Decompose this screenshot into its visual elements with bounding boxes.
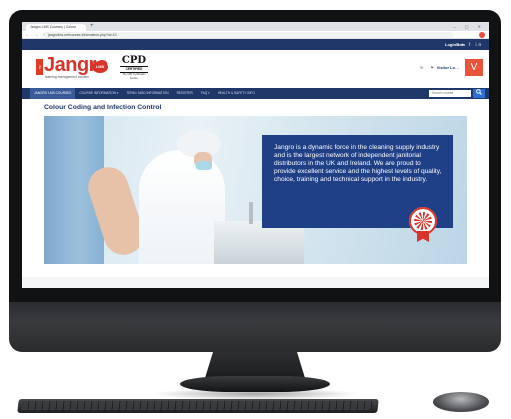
desktop-scene: Jangro LMS Courses | Colour + – ▢ ✕ ← → …	[0, 0, 511, 419]
logo-lms-badge: LMS	[92, 61, 108, 73]
menu-item-health-safety[interactable]: HEALTH & SAFETY INFO	[214, 88, 259, 99]
badge-rosette	[414, 212, 432, 230]
cpd-title: CPD	[121, 55, 147, 66]
site-top-strip: Login now G+ f in	[22, 39, 489, 50]
menu-item-course-information[interactable]: COURSE INFORMATION ▾	[75, 88, 122, 99]
address-bar[interactable]: jangrolms.net/course-information-php?id=…	[44, 32, 454, 38]
monitor-stand-foot	[180, 376, 330, 392]
new-tab-button[interactable]: +	[90, 23, 94, 30]
user-name[interactable]: Visitor Lo…	[437, 65, 459, 70]
monitor-stand-neck	[205, 352, 305, 378]
magnifier-icon	[476, 89, 482, 95]
cpd-certified-label: CERTIFIED	[120, 66, 148, 73]
page-content: Colour Coding and Infection Control Jang…	[22, 99, 489, 277]
monitor-chin	[9, 302, 501, 352]
award-badge-icon	[409, 207, 437, 242]
site-header: the Jangro LMS learning management solut…	[22, 50, 489, 88]
hero-mask	[196, 161, 212, 170]
logo-the-tag: the	[36, 59, 43, 75]
menu-items: JANGRO LMS COURSES COURSE INFORMATION ▾ …	[30, 88, 259, 99]
info-text: Jangro is a dynamic force in the cleanin…	[274, 144, 442, 184]
keyboard-keys	[21, 401, 373, 410]
avatar[interactable]: V	[465, 59, 483, 76]
search-input[interactable]	[429, 90, 471, 97]
menu-item-faq[interactable]: FAQ ▾	[197, 88, 214, 99]
hero-tap	[249, 202, 253, 224]
cpd-service-label: The CPD Certification Service	[122, 73, 146, 80]
logo-tagline: learning management solution	[45, 75, 90, 79]
menu-item-courses[interactable]: JANGRO LMS COURSES	[30, 88, 76, 99]
page-title: Colour Coding and Infection Control	[44, 104, 162, 111]
browser-toolbar: ← → C jangrolms.net/course-information-p…	[22, 31, 489, 39]
search-button[interactable]	[473, 89, 485, 98]
extension-icon[interactable]	[479, 32, 485, 38]
jangro-lms-logo[interactable]: the Jangro LMS learning management solut…	[36, 54, 108, 82]
mouse	[433, 392, 489, 412]
hero-figure-nurse	[139, 150, 225, 264]
menu-item-term-information[interactable]: TERM / MOD INFORMATION	[122, 88, 172, 99]
window-controls[interactable]: – ▢ ✕	[453, 23, 485, 30]
notification-icons[interactable]: ✉ ⚑	[420, 65, 437, 70]
browser-tab-bar: Jangro LMS Courses | Colour + – ▢ ✕	[22, 22, 489, 31]
main-menu: JANGRO LMS COURSES COURSE INFORMATION ▾ …	[22, 88, 489, 99]
hero-banner: Jangro is a dynamic force in the cleanin…	[44, 116, 467, 264]
monitor-screen: Jangro LMS Courses | Colour + – ▢ ✕ ← → …	[22, 22, 489, 288]
cpd-certified-logo: CPD CERTIFIED The CPD Certification Serv…	[120, 55, 148, 80]
browser-tab[interactable]: Jangro LMS Courses | Colour	[26, 24, 86, 31]
social-icons[interactable]: G+ f in	[456, 39, 483, 50]
menu-item-register[interactable]: REGISTER	[173, 88, 197, 99]
badge-ribbon	[417, 231, 429, 242]
